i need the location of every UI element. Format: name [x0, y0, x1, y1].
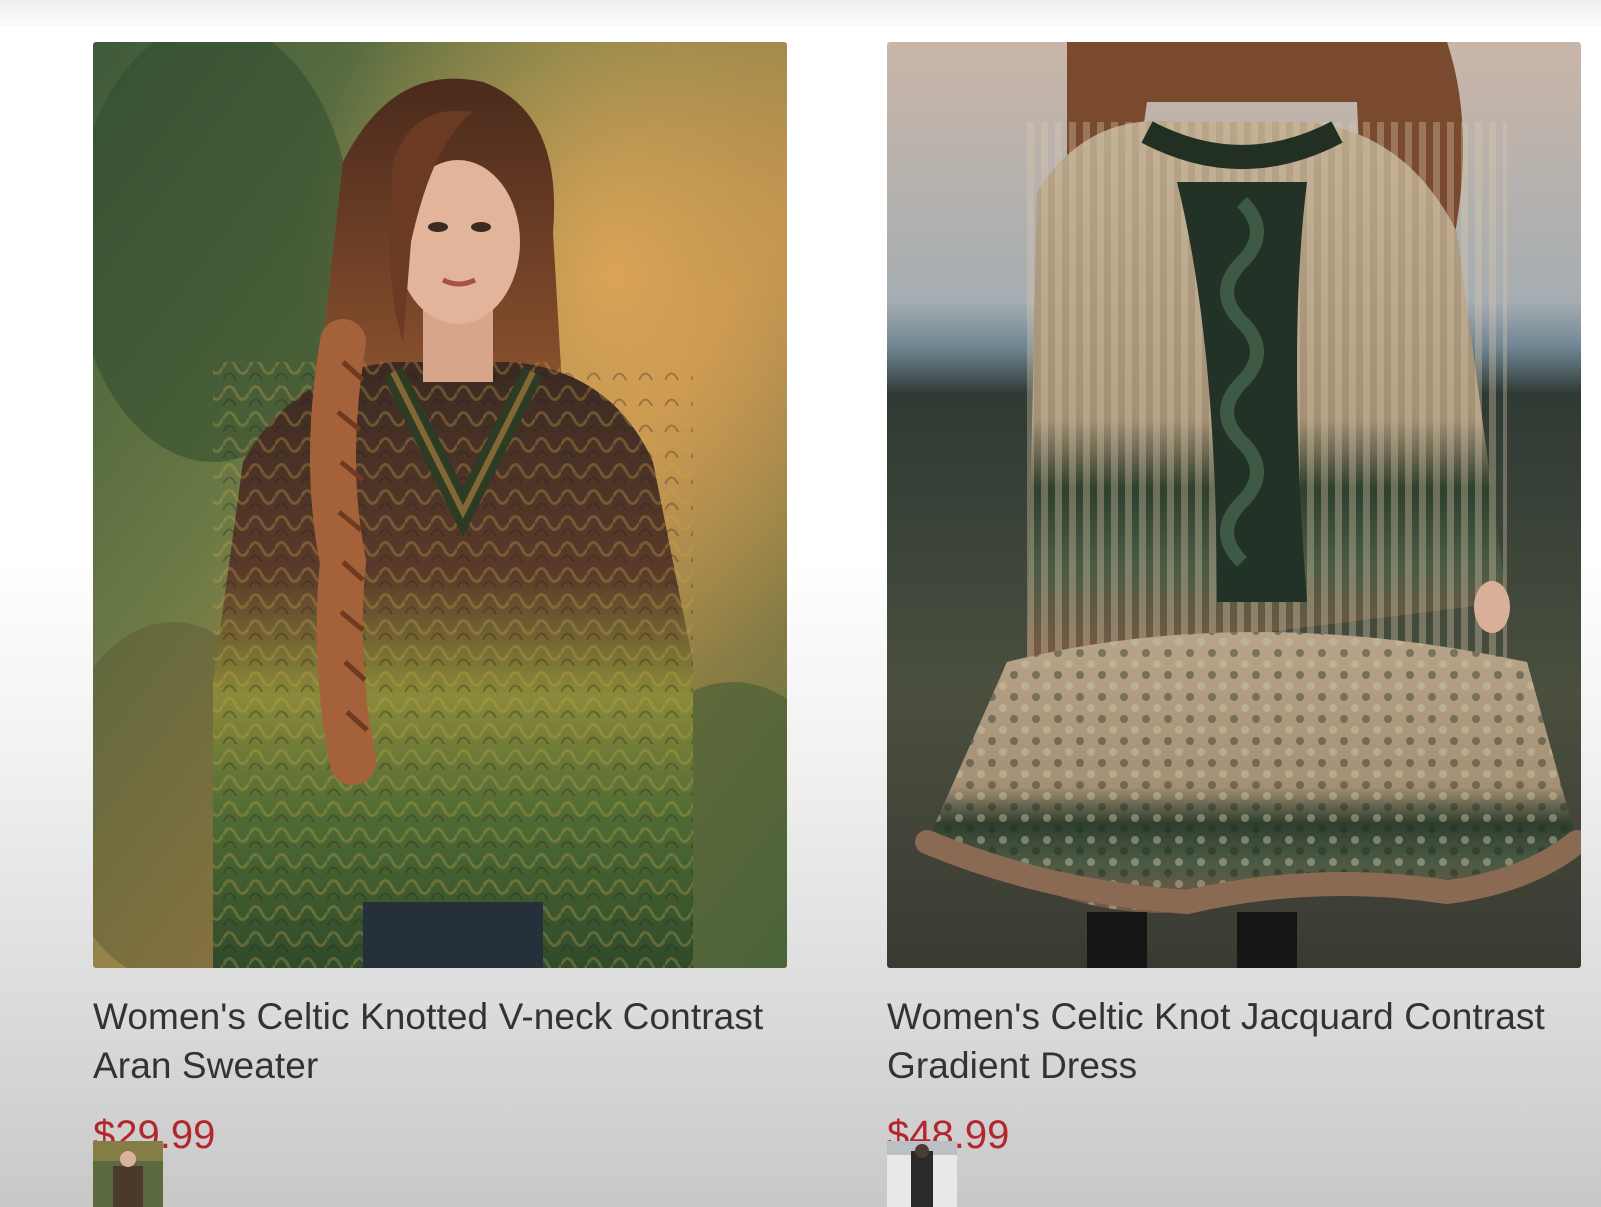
product-card[interactable]: Women's Celtic Knotted V-neck Contrast A…	[93, 42, 787, 1159]
product-thumbnail[interactable]	[887, 1141, 957, 1207]
product-thumbnail[interactable]	[93, 1141, 163, 1207]
product-image[interactable]	[93, 42, 787, 968]
product-image[interactable]	[887, 42, 1581, 968]
product-title[interactable]: Women's Celtic Knotted V-neck Contrast A…	[93, 992, 787, 1090]
product-price: $29.99	[93, 1113, 216, 1157]
product-title[interactable]: Women's Celtic Knot Jacquard Contrast Gr…	[887, 992, 1581, 1090]
dress-thumbnail-icon	[887, 1141, 957, 1207]
page-top-bar	[0, 0, 1601, 26]
sweater-photo-icon	[93, 42, 787, 968]
dress-photo-icon	[887, 42, 1581, 968]
product-price: $48.99	[887, 1113, 1010, 1157]
sweater-thumbnail-icon	[93, 1141, 163, 1207]
product-card[interactable]: Women's Celtic Knot Jacquard Contrast Gr…	[887, 42, 1581, 1159]
